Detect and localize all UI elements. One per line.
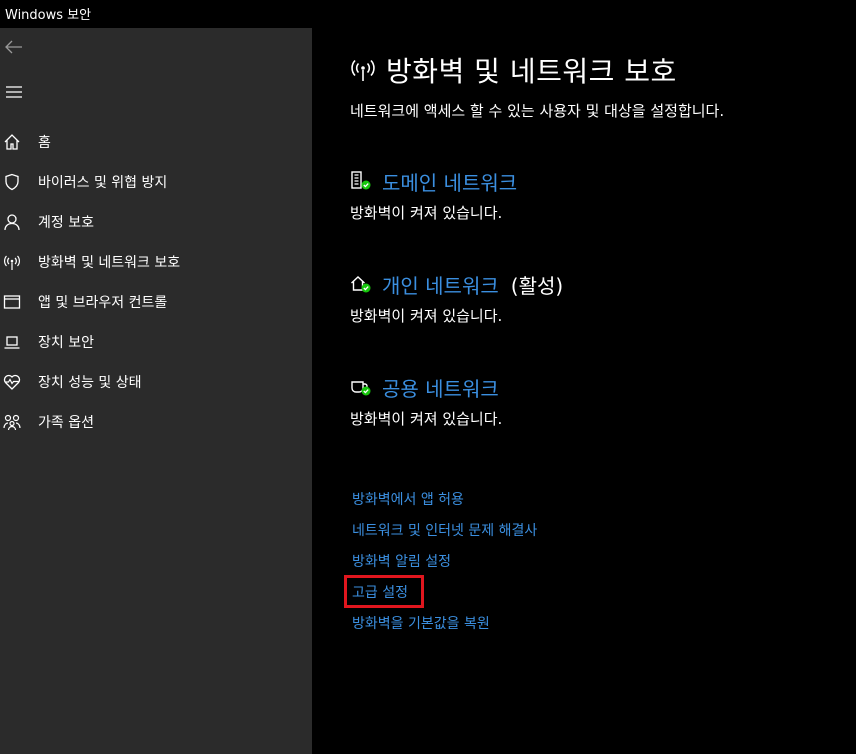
sidebar-item-virus-protection[interactable]: 바이러스 및 위협 방지	[0, 162, 312, 202]
page-subtitle: 네트워크에 액세스 할 수 있는 사용자 및 대상을 설정합니다.	[350, 102, 725, 120]
sidebar-item-label: 장치 성능 및 상태	[38, 375, 142, 391]
public-network-icon	[350, 376, 372, 398]
troubleshooter-link[interactable]: 네트워크 및 인터넷 문제 해결사	[352, 520, 537, 540]
public-network-link[interactable]: 공용 네트워크	[382, 373, 499, 402]
shield-icon	[0, 170, 24, 194]
private-network-status: 방화벽이 켜져 있습니다.	[350, 307, 503, 325]
menu-button[interactable]	[0, 78, 28, 106]
public-network-section: 공용 네트워크 방화벽이 켜져 있습니다.	[350, 372, 830, 429]
page-title: 방화벽 및 네트워크 보호	[386, 55, 677, 88]
heart-pulse-icon	[0, 370, 24, 394]
restore-defaults-link[interactable]: 방화벽을 기본값을 복원	[352, 613, 490, 633]
sidebar-item-device-security[interactable]: 장치 보안	[0, 322, 312, 362]
private-network-link[interactable]: 개인 네트워크	[382, 270, 499, 299]
sidebar-item-app-browser-control[interactable]: 앱 및 브라우저 컨트롤	[0, 282, 312, 322]
sidebar-item-label: 앱 및 브라우저 컨트롤	[38, 295, 168, 311]
sidebar-item-label: 방화벽 및 네트워크 보호	[38, 255, 181, 271]
window-title: Windows 보안	[5, 8, 92, 23]
notification-settings-link[interactable]: 방화벽 알림 설정	[352, 551, 451, 571]
sidebar-item-label: 가족 옵션	[38, 415, 94, 431]
sidebar-item-label: 계정 보호	[38, 215, 94, 231]
sidebar-item-account-protection[interactable]: 계정 보호	[0, 202, 312, 242]
sidebar-item-label: 장치 보안	[38, 335, 94, 351]
home-icon	[0, 130, 24, 154]
sidebar-item-label: 바이러스 및 위협 방지	[38, 175, 168, 191]
active-badge: (활성)	[510, 273, 564, 298]
person-icon	[0, 210, 24, 234]
laptop-icon	[0, 330, 24, 354]
sidebar-item-home[interactable]: 홈	[0, 122, 312, 162]
browser-window-icon	[0, 290, 24, 314]
domain-network-link[interactable]: 도메인 네트워크	[382, 167, 517, 196]
sidebar: 홈 바이러스 및 위협 방지 계정 보호 방화벽 및 네트워크 보호 앱 및 브…	[0, 28, 312, 754]
title-bar: Windows 보안	[0, 0, 856, 28]
page-header: 방화벽 및 네트워크 보호	[350, 50, 677, 90]
arrow-left-icon	[5, 40, 23, 54]
sidebar-item-device-performance[interactable]: 장치 성능 및 상태	[0, 362, 312, 402]
domain-network-section: 도메인 네트워크 방화벽이 켜져 있습니다.	[350, 166, 830, 223]
domain-network-status: 방화벽이 켜져 있습니다.	[350, 204, 503, 222]
private-network-section: 개인 네트워크 (활성) 방화벽이 켜져 있습니다.	[350, 269, 830, 326]
back-button[interactable]	[0, 33, 28, 61]
antenna-icon	[0, 250, 24, 274]
highlight-box	[344, 575, 424, 608]
public-network-status: 방화벽이 켜져 있습니다.	[350, 410, 503, 428]
main-content: 방화벽 및 네트워크 보호 네트워크에 액세스 할 수 있는 사용자 및 대상을…	[312, 28, 856, 754]
sidebar-item-family-options[interactable]: 가족 옵션	[0, 402, 312, 442]
domain-network-icon	[350, 170, 372, 192]
allow-app-link[interactable]: 방화벽에서 앱 허용	[352, 489, 464, 509]
hamburger-icon	[6, 86, 22, 98]
private-network-icon	[350, 273, 372, 295]
sidebar-item-firewall[interactable]: 방화벽 및 네트워크 보호	[0, 242, 312, 282]
family-icon	[0, 410, 24, 434]
sidebar-item-label: 홈	[38, 135, 51, 151]
antenna-icon	[350, 57, 376, 83]
